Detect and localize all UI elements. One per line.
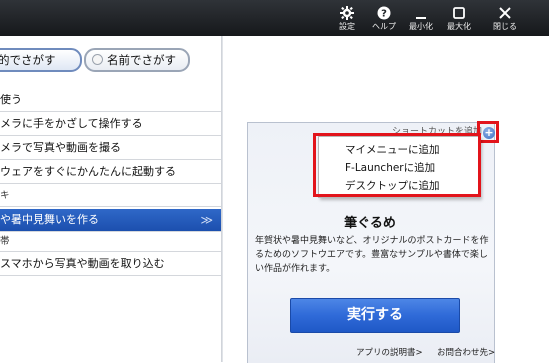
close-label: 閉じる — [493, 22, 517, 31]
list-item-label: や暑中見舞いを作る — [0, 213, 99, 226]
list-item[interactable]: メラで写真や動画を撮る — [0, 137, 221, 160]
question-icon: ? — [377, 4, 391, 22]
manual-link[interactable]: アプリの説明書> — [356, 346, 423, 358]
chevron-right-icon: ≫ — [200, 213, 213, 227]
tab-name-label: 名前でさがす — [107, 53, 176, 67]
list-item[interactable]: ウェアをすぐにかんたんに起動する — [0, 161, 221, 184]
settings-button[interactable]: 設定 — [330, 2, 364, 34]
left-panel: 的でさがす 名前でさがす 使う メラに手をかざして操作する メラで写真や動画を撮… — [0, 36, 221, 362]
list-section-label: キ — [0, 190, 10, 201]
minimize-button[interactable]: 最小化 — [404, 2, 438, 34]
search-tabs: 的でさがす 名前でさがす — [0, 48, 221, 72]
list-item-selected[interactable]: や暑中見舞いを作る ≫ — [0, 209, 221, 232]
list-item[interactable]: 使う — [0, 89, 221, 112]
menu-item-add-f-launcher[interactable]: F-Launcherに追加 — [345, 159, 475, 177]
help-label: ヘルプ — [372, 22, 396, 31]
list-item-label: 使う — [0, 93, 22, 106]
menu-item-add-my-menu[interactable]: マイメニューに追加 — [345, 141, 475, 159]
menu-item-add-desktop[interactable]: デスクトップに追加 — [345, 177, 475, 195]
list-section-header: キ — [0, 188, 221, 207]
contact-link[interactable]: お問合わせ先> — [437, 346, 495, 358]
settings-label: 設定 — [339, 22, 355, 31]
gear-icon — [340, 4, 354, 22]
maximize-label: 最大化 — [447, 22, 471, 31]
help-button[interactable]: ? ヘルプ — [367, 2, 401, 34]
app-title: 筆ぐるめ — [344, 216, 396, 231]
radio-icon — [92, 54, 103, 65]
list-item[interactable]: メラに手をかざして操作する — [0, 113, 221, 136]
list-item-label: ウェアをすぐにかんたんに起動する — [0, 165, 176, 178]
list-section-label: 帯 — [0, 236, 10, 247]
list-item-label: メラで写真や動画を撮る — [0, 141, 121, 154]
tab-search-by-name[interactable]: 名前でさがす — [84, 48, 190, 72]
minimize-label: 最小化 — [409, 22, 433, 31]
shortcut-menu: マイメニューに追加 F-Launcherに追加 デスクトップに追加 — [318, 136, 480, 198]
run-button[interactable]: 実行する — [290, 298, 460, 333]
list-item-label: メラに手をかざして操作する — [0, 117, 143, 130]
title-bar: 設定 ? ヘルプ 最小化 最大化 閉じる — [0, 0, 549, 36]
app-description: 年賀状や暑中見舞いなど、オリジナルのポストカードを作るためのソフトウエアです。豊… — [255, 236, 489, 274]
tab-search-by-purpose[interactable]: 的でさがす — [0, 48, 82, 72]
maximize-button[interactable]: 最大化 — [442, 2, 476, 34]
plus-highlight-frame — [477, 121, 499, 143]
list-item[interactable]: スマホから写真や動画を取り込む — [0, 253, 221, 276]
list-item-label: スマホから写真や動画を取り込む — [0, 257, 165, 270]
svg-text:?: ? — [381, 9, 387, 20]
list-section-header: 帯 — [0, 235, 221, 252]
tab-purpose-label: 的でさがす — [0, 53, 56, 67]
maximize-icon — [452, 4, 466, 22]
close-button[interactable]: 閉じる — [488, 2, 522, 34]
close-icon — [498, 4, 512, 22]
minimize-icon — [414, 4, 428, 22]
